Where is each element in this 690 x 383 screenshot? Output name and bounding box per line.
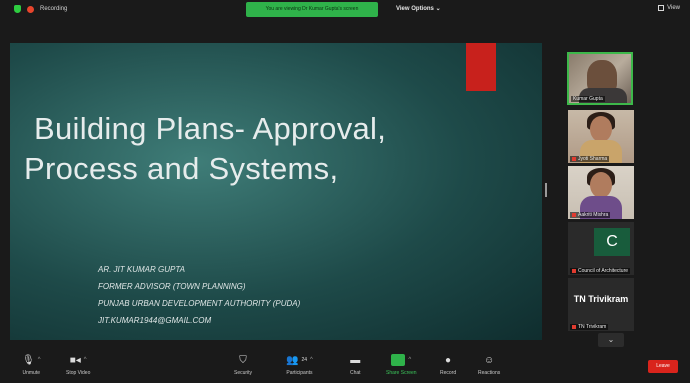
participant-video <box>590 172 612 198</box>
author-org: PUNJAB URBAN DEVELOPMENT AUTHORITY (PUDA… <box>98 299 301 308</box>
security-button[interactable]: ⛉ Security <box>234 352 253 377</box>
participant-name: Kumar Gupta <box>571 96 605 102</box>
slide-red-block <box>466 43 496 91</box>
caret-up-icon[interactable]: ^ <box>84 357 87 363</box>
mic-muted-icon <box>572 325 576 329</box>
recording-label: Recording <box>40 6 68 12</box>
record-icon: ● <box>445 354 452 366</box>
security-label: Security <box>234 370 253 376</box>
video-camera-icon: ■◂ <box>69 354 81 366</box>
unmute-button[interactable]: 🎙 ^ Unmute <box>22 352 41 377</box>
participant-tile-active-speaker[interactable]: Kumar Gupta <box>567 52 633 105</box>
recording-icon <box>27 5 34 13</box>
caret-up-icon[interactable]: ^ <box>408 357 411 363</box>
shared-slide: Building Plans- Approval, Process and Sy… <box>10 43 542 340</box>
record-label: Record <box>440 370 457 376</box>
participant-name: Council of Architecture <box>570 268 631 274</box>
record-button[interactable]: ● Record <box>440 352 457 377</box>
chevron-down-icon: ⌄ <box>607 335 615 344</box>
participant-tile[interactable]: TN Trivikram TN Trivikram <box>568 278 634 331</box>
mic-muted-icon <box>572 213 576 217</box>
participants-label: Participants <box>286 370 313 376</box>
mic-muted-icon <box>572 157 576 161</box>
author-role: FORMER ADVISOR (TOWN PLANNING) <box>98 282 246 291</box>
unmute-label: Unmute <box>22 370 41 376</box>
scroll-down-button[interactable]: ⌄ <box>598 333 624 347</box>
slide-title: Building Plans- Approval, Process and Sy… <box>24 109 386 189</box>
participants-button[interactable]: 👥 24 ^ Participants <box>286 352 313 377</box>
caret-up-icon[interactable]: ^ <box>310 357 313 363</box>
chat-icon: ▬ <box>350 354 361 366</box>
participant-name: Jyoti Sharma <box>570 156 610 162</box>
reactions-button[interactable]: ☺ Reactions <box>478 352 501 377</box>
author-name: AR. JIT KUMAR GUPTA <box>98 265 185 274</box>
slide-author-block: AR. JIT KUMAR GUPTA FORMER ADVISOR (TOWN… <box>98 261 300 329</box>
stop-video-button[interactable]: ■◂ ^ Stop Video <box>66 352 91 377</box>
recording-indicator[interactable]: Recording <box>14 5 67 13</box>
mic-muted-icon <box>572 269 576 273</box>
participant-name: TN Trivikram <box>570 324 609 330</box>
screen-share-banner: You are viewing Dr Kumar Gupta's screen <box>246 2 378 17</box>
slide-title-line1: Building Plans- Approval, <box>34 111 387 146</box>
microphone-muted-icon: 🎙 <box>22 354 35 366</box>
top-bar: Recording You are viewing Dr Kumar Gupta… <box>0 0 690 22</box>
caret-up-icon[interactable]: ^ <box>38 357 41 363</box>
slide-title-line2: Process and Systems, <box>24 151 339 186</box>
reactions-icon: ☺ <box>484 354 495 366</box>
participant-avatar: C <box>594 228 630 256</box>
share-screen-icon <box>391 354 406 366</box>
participant-tile[interactable]: Aakriti Mishra <box>568 166 634 219</box>
author-email: JIT.KUMAR1944@GMAIL.COM <box>98 316 212 325</box>
participant-name: Aakriti Mishra <box>570 212 611 218</box>
view-label: View <box>667 5 680 11</box>
participants-count: 24 <box>301 357 308 363</box>
chat-label: Chat <box>350 370 361 376</box>
shield-icon[interactable] <box>14 5 21 13</box>
grid-icon <box>658 5 665 11</box>
reactions-label: Reactions <box>478 370 501 376</box>
share-screen-label: Share Screen <box>386 370 417 376</box>
panel-resize-handle[interactable] <box>545 183 547 197</box>
participant-display-name: TN Trivikram <box>573 294 629 304</box>
shield-icon: ⛉ <box>239 354 247 366</box>
stop-video-label: Stop Video <box>66 370 91 376</box>
view-button[interactable]: View <box>658 5 680 11</box>
view-options-button[interactable]: View Options ⌄ <box>396 5 441 12</box>
participant-tile[interactable]: Jyoti Sharma <box>568 110 634 163</box>
chat-button[interactable]: ▬ Chat <box>350 352 361 377</box>
participant-video <box>590 116 612 142</box>
participants-icon: 👥 <box>286 354 299 366</box>
participant-tile[interactable]: C Council of Architecture <box>568 222 634 275</box>
meeting-toolbar: 🎙 ^ Unmute ■◂ ^ Stop Video ⛉ Security 👥 24 ^… <box>0 349 690 383</box>
share-screen-button[interactable]: ^ Share Screen <box>386 352 417 376</box>
leave-button[interactable]: Leave <box>648 360 678 373</box>
